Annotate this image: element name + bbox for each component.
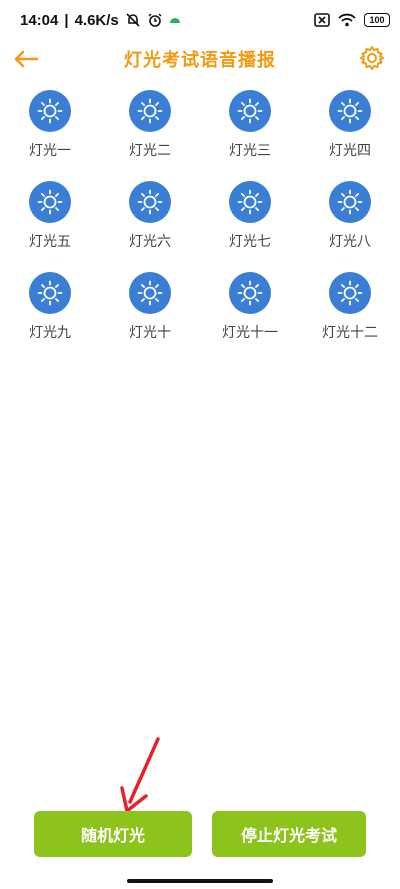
light-tile-8[interactable]: 灯光八 xyxy=(300,181,400,251)
alarm-icon xyxy=(148,13,162,27)
back-button[interactable] xyxy=(12,46,40,72)
light-label: 灯光十一 xyxy=(222,325,278,341)
light-label: 灯光一 xyxy=(29,143,71,159)
sun-icon xyxy=(129,90,171,132)
battery-icon: 100 xyxy=(364,13,390,27)
wifi-icon xyxy=(338,13,356,27)
light-tile-1[interactable]: 灯光一 xyxy=(0,90,100,160)
battery-level: 100 xyxy=(369,15,385,25)
status-left: 14:04 | 4.6K/s xyxy=(20,12,181,29)
sun-icon xyxy=(229,181,271,223)
light-tile-7[interactable]: 灯光七 xyxy=(200,181,300,251)
light-tile-10[interactable]: 灯光十 xyxy=(100,272,200,342)
status-time: 14:04 xyxy=(20,11,59,29)
light-label: 灯光十二 xyxy=(322,325,378,341)
status-separator: | xyxy=(64,11,69,29)
sun-icon xyxy=(129,181,171,223)
annotation-arrow-icon xyxy=(120,737,160,813)
sun-icon xyxy=(329,272,371,314)
sun-icon xyxy=(29,272,71,314)
light-label: 灯光三 xyxy=(229,143,271,159)
status-bar: 14:04 | 4.6K/s 100 xyxy=(0,0,400,40)
sun-icon xyxy=(229,272,271,314)
sun-icon xyxy=(329,181,371,223)
sun-icon xyxy=(29,90,71,132)
light-label: 灯光四 xyxy=(329,143,371,159)
no-sim-icon xyxy=(314,13,330,27)
sun-icon xyxy=(329,90,371,132)
light-label: 灯光九 xyxy=(29,325,71,341)
light-tile-2[interactable]: 灯光二 xyxy=(100,90,200,160)
gear-icon xyxy=(360,46,384,70)
sun-icon xyxy=(229,90,271,132)
stop-light-exam-button[interactable]: 停止灯光考试 xyxy=(212,811,366,857)
bell-muted-icon xyxy=(126,13,140,27)
page-title: 灯光考试语音播报 xyxy=(124,50,276,71)
settings-button[interactable] xyxy=(358,44,386,72)
light-tile-4[interactable]: 灯光四 xyxy=(300,90,400,160)
status-speed: 4.6K/s xyxy=(74,11,119,29)
light-tile-5[interactable]: 灯光五 xyxy=(0,181,100,251)
light-tile-9[interactable]: 灯光九 xyxy=(0,272,100,342)
light-label: 灯光二 xyxy=(129,143,171,159)
light-label: 灯光六 xyxy=(129,234,171,250)
app-header: 灯光考试语音播报 xyxy=(0,40,400,78)
light-tile-12[interactable]: 灯光十二 xyxy=(300,272,400,342)
light-grid: 灯光一 灯光二 灯光三 灯光四 灯光五 灯光六 灯光七 灯光八 灯光九 灯光十 … xyxy=(0,90,400,342)
sun-icon xyxy=(129,272,171,314)
light-label: 灯光八 xyxy=(329,234,371,250)
arrow-left-icon xyxy=(14,50,39,68)
app-notification-icon xyxy=(169,18,180,23)
sun-icon xyxy=(29,181,71,223)
status-right: 100 xyxy=(314,13,390,27)
home-indicator[interactable] xyxy=(127,879,273,883)
light-tile-11[interactable]: 灯光十一 xyxy=(200,272,300,342)
light-tile-6[interactable]: 灯光六 xyxy=(100,181,200,251)
random-light-button[interactable]: 随机灯光 xyxy=(34,811,192,857)
light-tile-3[interactable]: 灯光三 xyxy=(200,90,300,160)
light-label: 灯光五 xyxy=(29,234,71,250)
light-label: 灯光七 xyxy=(229,234,271,250)
light-label: 灯光十 xyxy=(129,325,171,341)
